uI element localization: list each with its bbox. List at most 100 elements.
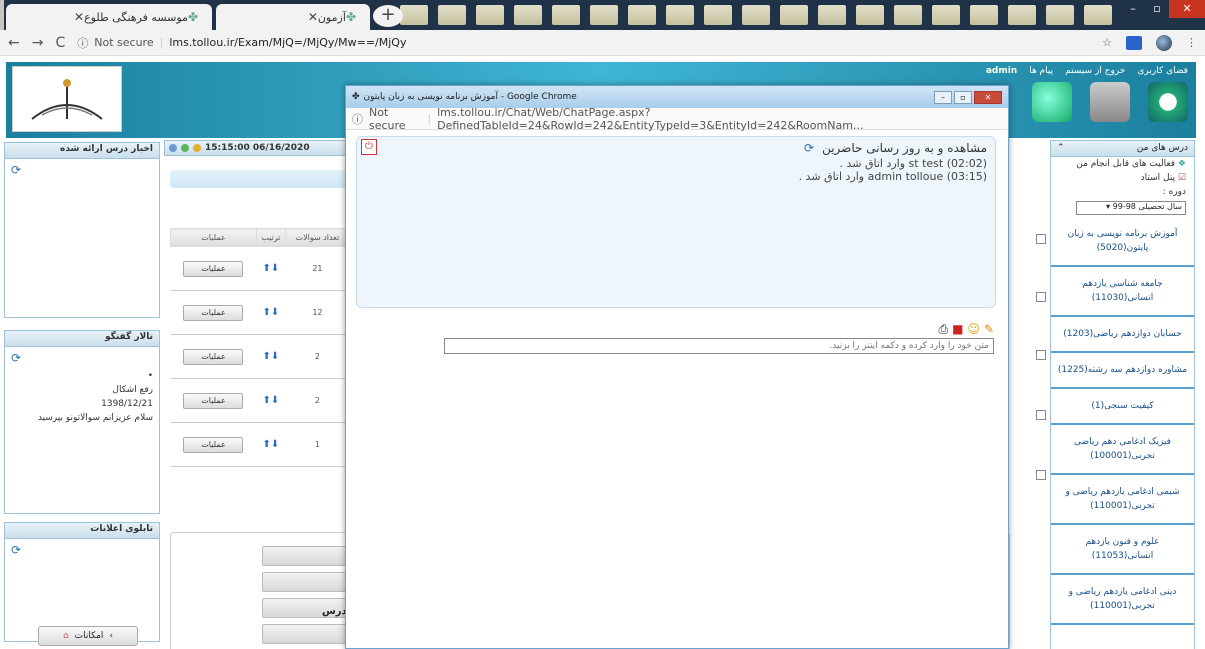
move-up-icon[interactable]: ⬆ <box>263 395 271 406</box>
course-link[interactable]: فیزیک ادغامی دهم ریاضی تجربی(100001) <box>1051 425 1194 475</box>
profile-avatar[interactable] <box>1156 34 1172 51</box>
facilities-label: امکانات <box>74 631 104 641</box>
close-window-icon[interactable]: ✕ <box>1169 0 1205 18</box>
info-icon[interactable]: ⓘ <box>352 111 363 127</box>
header-icons <box>1032 82 1188 122</box>
facilities-button[interactable]: › امکانات ⌂ <box>38 626 138 646</box>
period-select[interactable]: سال تحصیلی 98-99 ▾ <box>1076 201 1186 215</box>
messages-link[interactable]: پیام ها <box>1029 66 1053 76</box>
move-up-icon[interactable]: ⬆ <box>263 439 271 450</box>
announcements-title: تابلوی اعلانات <box>5 523 159 539</box>
forward-arrow-icon[interactable]: → <box>32 35 44 51</box>
forum-subject[interactable]: رفع اشکال <box>5 383 159 397</box>
course-link[interactable]: حسابان دوازدهم ریاضی(1203) <box>1051 317 1194 353</box>
forum-bullet: • <box>147 371 153 381</box>
checkbox[interactable] <box>1036 470 1046 480</box>
checkbox[interactable] <box>1036 350 1046 360</box>
course-link[interactable]: آموزش برنامه نویسی به زبان پایتون(5020) <box>1051 217 1194 267</box>
period-value: سال تحصیلی 98-99 <box>1112 202 1182 211</box>
news-panel: اخبار درس ارائه شده ⟳ <box>4 142 160 318</box>
lock-icon[interactable] <box>1090 82 1130 122</box>
emoji-icon[interactable]: ☺ <box>967 322 980 337</box>
grey-button[interactable] <box>262 572 352 592</box>
user-space-link[interactable]: فضای کاربری <box>1137 66 1188 76</box>
refresh-icon[interactable]: ⟳ <box>5 159 159 181</box>
menu-icon[interactable]: ⋮ <box>1186 36 1197 49</box>
back-arrow-icon[interactable]: ← <box>8 35 20 51</box>
chat-input[interactable] <box>444 338 994 354</box>
window-controls: – ▫ ✕ <box>1121 0 1205 18</box>
course-link[interactable]: علوم و فنون یازدهم انسانی(11053) <box>1051 525 1194 575</box>
activities-label: فعالیت های قابل انجام من <box>1076 159 1176 169</box>
security-label: Not secure <box>94 36 154 49</box>
move-down-icon[interactable]: ⬇ <box>271 263 279 274</box>
table-row: عملیات ⬆⬇ 12 <box>170 290 350 335</box>
operations-button[interactable]: عملیات <box>183 392 244 409</box>
close-window-icon[interactable]: ✕ <box>974 90 1002 104</box>
operations-button[interactable]: عملیات <box>183 304 244 321</box>
grey-button[interactable] <box>262 624 352 644</box>
teacher-panel-link[interactable]: ☑ پنل استاد <box>1051 171 1194 185</box>
course-link[interactable]: مشاوره دوازدهم سه رشته(1225) <box>1051 353 1194 389</box>
pdf-icon[interactable]: ■ <box>952 322 963 337</box>
courses-sidebar: درس های من ⌃ ❖ فعالیت های قابل انجام من … <box>1050 140 1195 649</box>
reload-icon[interactable]: C <box>55 35 65 51</box>
checkbox[interactable] <box>1036 234 1046 244</box>
course-link[interactable]: جامعه شناسی یازدهم انسانی(11030) <box>1051 267 1194 317</box>
status-dot-icon <box>169 144 177 152</box>
email-icon[interactable] <box>1148 82 1188 122</box>
close-tab-icon[interactable]: ✕ <box>74 10 84 24</box>
lesson-label: درس <box>322 606 347 617</box>
operations-button[interactable]: عملیات <box>183 260 244 277</box>
chevron-up-icon[interactable]: ⌃ <box>1057 143 1065 154</box>
move-down-icon[interactable]: ⬇ <box>271 395 279 406</box>
move-up-icon[interactable]: ⬆ <box>263 351 271 362</box>
maximize-icon[interactable]: ▫ <box>954 90 972 104</box>
refresh-users-icon[interactable]: ⟳ <box>804 141 814 155</box>
move-up-icon[interactable]: ⬆ <box>263 307 271 318</box>
refresh-icon[interactable]: ⟳ <box>5 347 159 369</box>
tab-institute[interactable]: ✤ موسسه فرهنگی طلوع ✕ <box>6 4 212 30</box>
paint-icon[interactable]: ✎ <box>984 322 994 337</box>
extension-icon[interactable] <box>1126 35 1142 50</box>
teacher-panel-label: پنل استاد <box>1140 173 1176 183</box>
move-down-icon[interactable]: ⬇ <box>271 307 279 318</box>
maximize-icon[interactable]: ▫ <box>1145 0 1169 18</box>
info-icon[interactable]: ⓘ <box>77 35 88 51</box>
grey-button[interactable] <box>262 546 352 566</box>
tab-title: موسسه فرهنگی طلوع <box>84 10 188 24</box>
operations-button[interactable]: عملیات <box>183 436 244 453</box>
browser-toolbar: ☆ ⋮ <box>1102 34 1197 51</box>
tab-exam[interactable]: ✤ آزمون ✕ <box>216 4 370 30</box>
security-label: Not secure <box>369 105 406 132</box>
new-tab-button[interactable]: + <box>373 5 403 27</box>
chat-tools: ⎙ ■ ☺ ✎ <box>938 322 994 337</box>
logout-link[interactable]: خروج از سیستم <box>1065 66 1125 76</box>
checkbox[interactable] <box>1036 292 1046 302</box>
checkbox[interactable] <box>1036 410 1046 420</box>
minimize-icon[interactable]: – <box>934 90 952 104</box>
column-header: تعداد سوالات <box>284 228 351 247</box>
tab-favicon-icon: ✤ <box>345 10 356 24</box>
browser-tab-strip: ✤ موسسه فرهنگی طلوع ✕ ✤ آزمون ✕ + – ▫ ✕ <box>0 0 1205 30</box>
close-tab-icon[interactable]: ✕ <box>308 10 318 24</box>
minimize-icon[interactable]: – <box>1121 0 1145 18</box>
chat-popup-window: ✤ آموزش برنامه نویسی به زبان پایتون - Go… <box>345 85 1009 649</box>
datetime: 15:15:00 06/16/2020 <box>205 143 310 153</box>
refresh-icon[interactable]: ⟳ <box>5 539 159 561</box>
url-field[interactable]: ⓘ Not secure | lms.tollou.ir/Exam/MjQ=/M… <box>77 35 406 51</box>
move-up-icon[interactable]: ⬆ <box>263 263 271 274</box>
move-down-icon[interactable]: ⬇ <box>271 351 279 362</box>
print-icon[interactable]: ⎙ <box>938 322 948 337</box>
activities-link[interactable]: ❖ فعالیت های قابل انجام من <box>1051 157 1194 171</box>
course-link[interactable]: دینی ادغامی یازدهم ریاضی و تجربی(110001) <box>1051 575 1194 625</box>
status-dot-icon <box>193 144 201 152</box>
course-link[interactable]: کیفیت سنجی(1) <box>1051 389 1194 425</box>
popup-url-bar: ⓘ Not secure | lms.tollou.ir/Chat/Web/Ch… <box>346 105 1008 132</box>
operations-button[interactable]: عملیات <box>183 348 244 365</box>
move-down-icon[interactable]: ⬇ <box>271 439 279 450</box>
globe-icon[interactable] <box>1032 82 1072 122</box>
power-icon[interactable]: ⏻ <box>361 139 377 155</box>
star-icon[interactable]: ☆ <box>1102 36 1112 49</box>
course-link[interactable]: شیمی ادغامی یازدهم ریاضی و تجربی(110001) <box>1051 475 1194 525</box>
